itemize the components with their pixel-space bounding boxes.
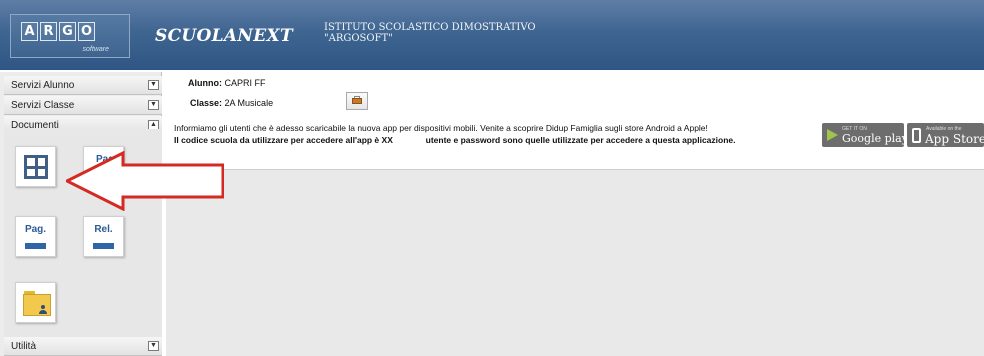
- institute-line2: "ARGOSOFT": [324, 33, 393, 44]
- app-header: A R G O software SCUOLANEXT ISTITUTO SCO…: [0, 0, 984, 70]
- app-store-badge[interactable]: Available on the App Store: [907, 123, 984, 147]
- info-message: Informiamo gli utenti che è adesso scari…: [174, 122, 824, 146]
- info-line2-code: Il codice scuola da utilizzare per acced…: [174, 135, 393, 145]
- institute-name: ISTITUTO SCOLASTICO DIMOSTRATIVO "ARGOSO…: [324, 22, 536, 44]
- pointer-arrow-icon: [66, 151, 224, 211]
- alunno-value: CAPRI FF: [224, 78, 266, 88]
- expand-icon[interactable]: ▼: [148, 100, 159, 110]
- pag-tile[interactable]: Pag.: [15, 216, 56, 257]
- bacheca-tile[interactable]: [15, 146, 56, 187]
- classe-value: 2A Musicale: [224, 98, 274, 108]
- logo-letter: A: [21, 22, 38, 41]
- folder-user-icon: [23, 291, 51, 317]
- sidebar: Servizi Alunno ▼ Servizi Classe ▼ Docume…: [0, 72, 162, 356]
- main-content: Alunno: CAPRI FF Classe: 2A Musicale Inf…: [166, 72, 984, 356]
- sidebar-section-servizi-classe[interactable]: Servizi Classe ▼: [4, 96, 162, 115]
- expand-icon[interactable]: ▼: [148, 341, 159, 351]
- classe-label: Classe:: [190, 98, 223, 108]
- argo-logo[interactable]: A R G O software: [10, 14, 130, 58]
- info-line2: Il codice scuola da utilizzare per acced…: [174, 134, 824, 146]
- logo-letter: G: [59, 22, 76, 41]
- documenti-folder-tile[interactable]: [15, 282, 56, 323]
- sidebar-section-servizi-alunno[interactable]: Servizi Alunno ▼: [4, 76, 162, 95]
- print-button[interactable]: [346, 92, 368, 110]
- info-line2-credentials: utente e password sono quelle utilizzate…: [425, 135, 736, 145]
- logo-subtitle: software: [82, 46, 109, 53]
- sidebar-section-label: Servizi Classe: [11, 100, 75, 111]
- sidebar-section-label: Utilità: [11, 341, 37, 352]
- tile-bar-icon: [93, 243, 114, 249]
- google-play-icon: [827, 129, 838, 141]
- badge-title: App Store: [925, 132, 984, 146]
- logo-letter: O: [78, 22, 95, 41]
- badge-title: Google play: [842, 132, 908, 145]
- institute-line1: ISTITUTO SCOLASTICO DIMOSTRATIVO: [324, 22, 536, 33]
- expand-icon[interactable]: ▼: [148, 80, 159, 90]
- logo-letter: R: [40, 22, 57, 41]
- classe-field: Classe: 2A Musicale: [190, 98, 273, 108]
- alunno-field: Alunno: CAPRI FF: [188, 78, 266, 88]
- sidebar-section-utilita[interactable]: Utilità ▼: [4, 337, 162, 356]
- tile-label: Pag.: [24, 224, 47, 235]
- grid-icon: [24, 155, 48, 179]
- google-play-badge[interactable]: GET IT ON Google play: [822, 123, 908, 147]
- apple-phone-icon: [912, 128, 921, 143]
- brand-name: SCUOLANEXT: [155, 26, 293, 46]
- tile-label: Rel.: [94, 224, 113, 235]
- student-info-panel: Alunno: CAPRI FF Classe: 2A Musicale Inf…: [166, 72, 984, 170]
- rel-tile[interactable]: Rel.: [83, 216, 124, 257]
- sidebar-section-label: Servizi Alunno: [11, 80, 75, 91]
- tile-bar-icon: [25, 243, 46, 249]
- info-line1: Informiamo gli utenti che è adesso scari…: [174, 123, 708, 133]
- alunno-label: Alunno:: [188, 78, 222, 88]
